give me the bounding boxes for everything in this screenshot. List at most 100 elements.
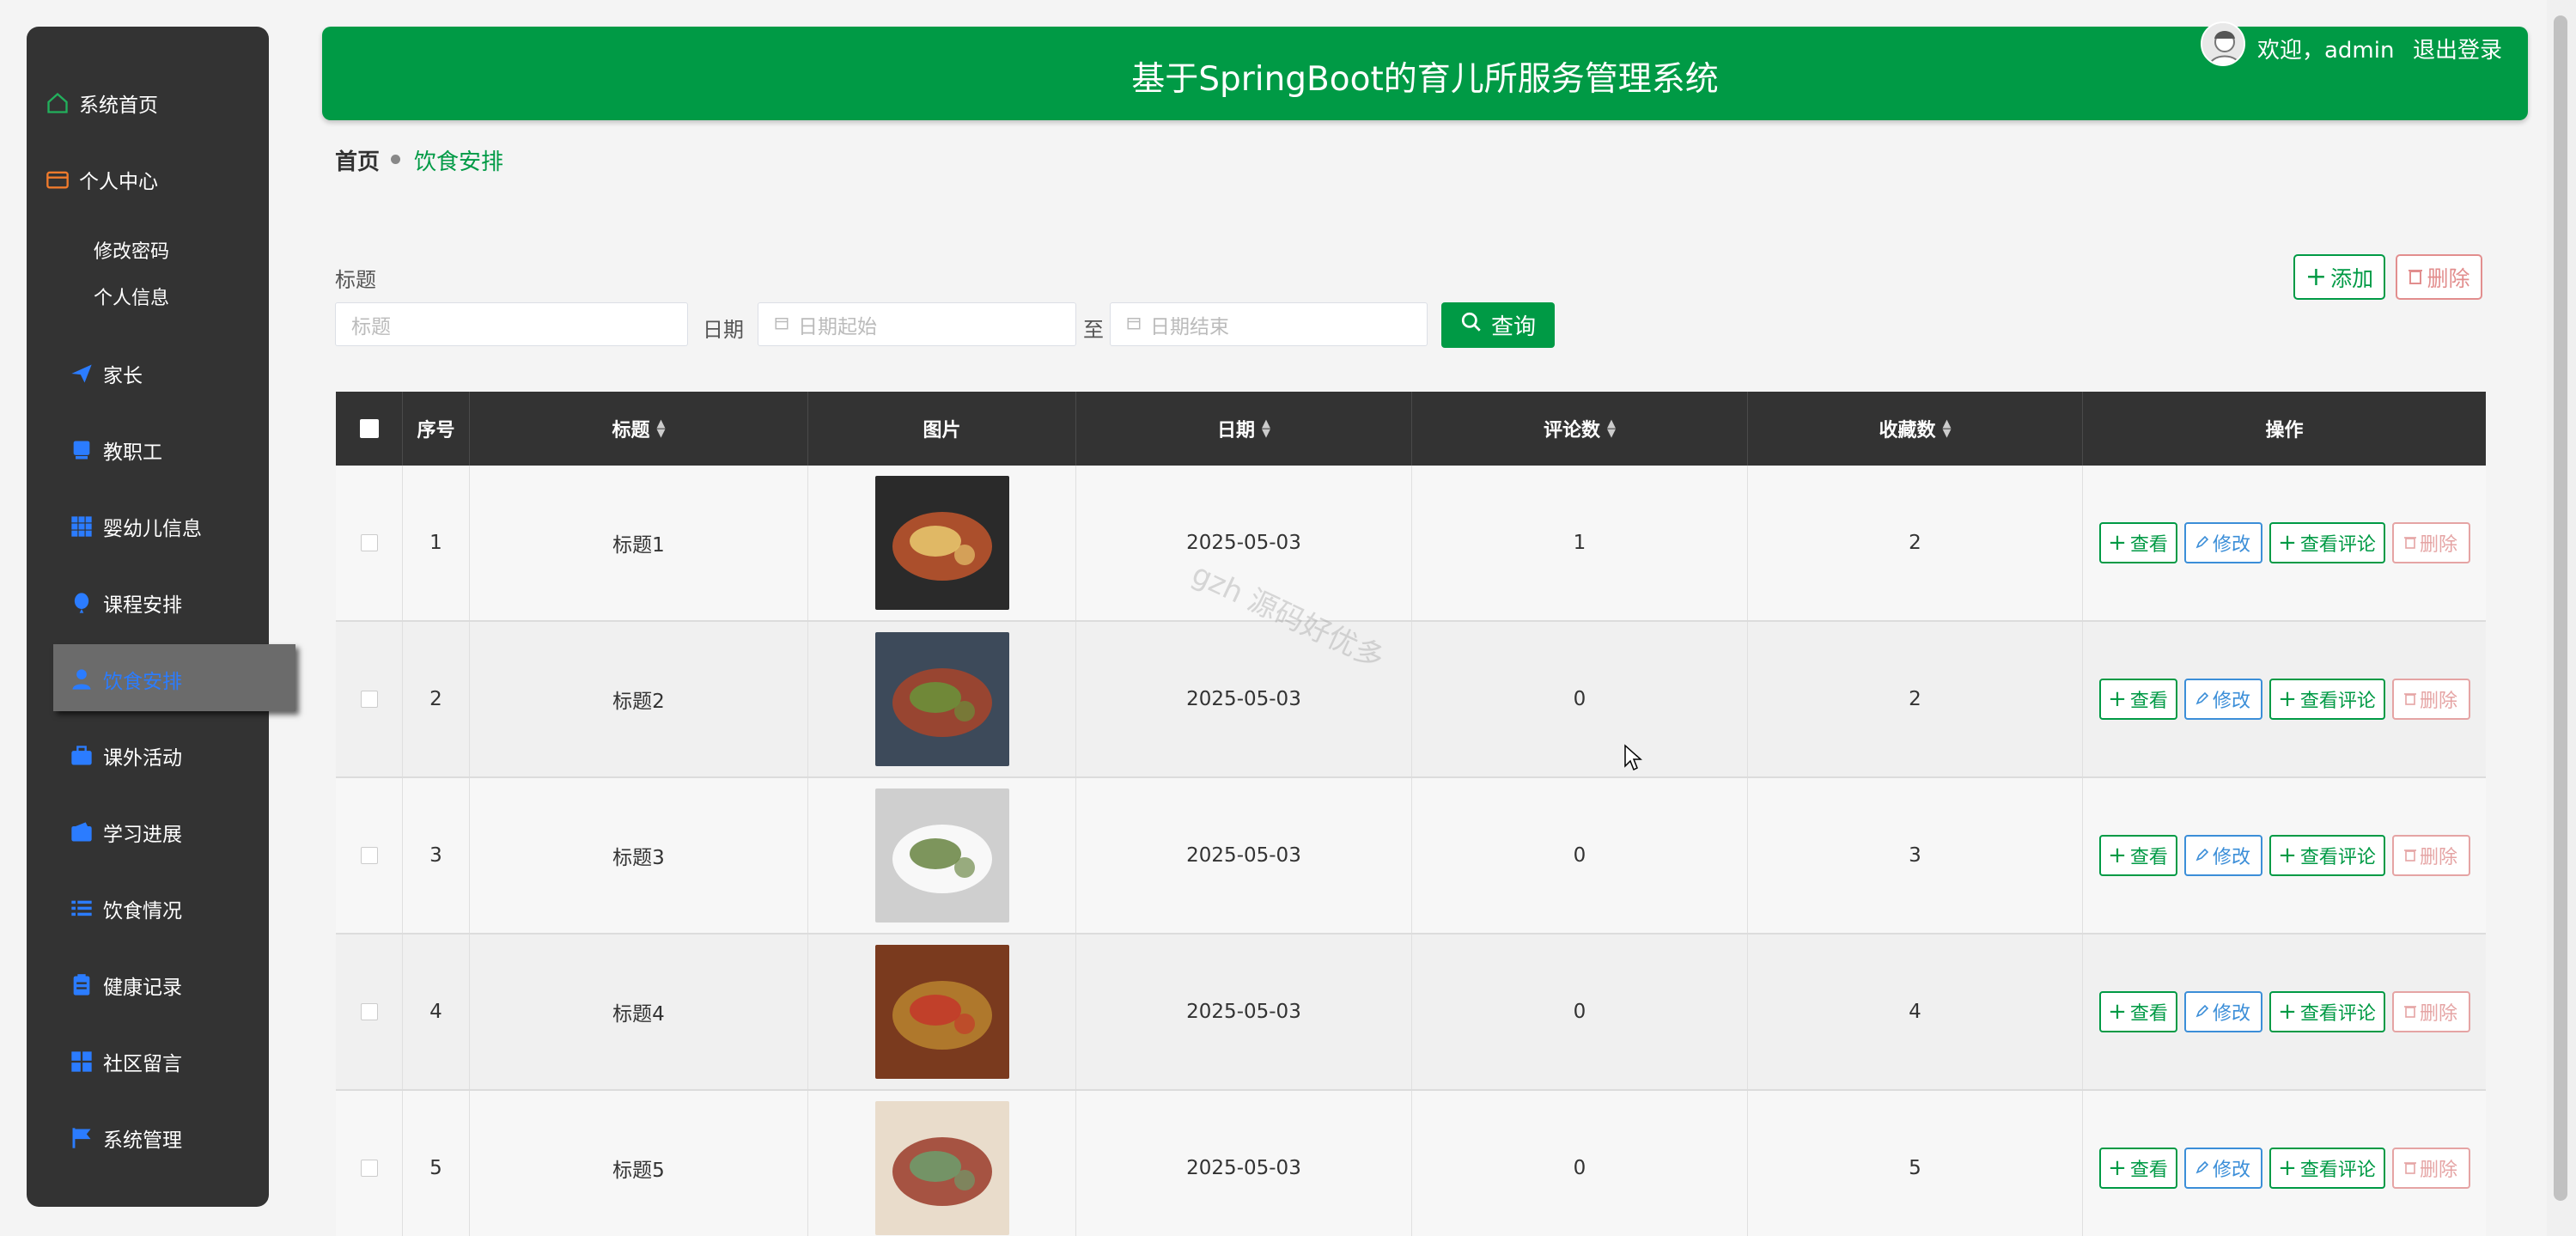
page-scrollbar[interactable] [2547, 0, 2576, 1236]
row-checkbox[interactable] [360, 534, 378, 551]
food-thumbnail-image[interactable] [874, 632, 1009, 766]
date-end-input[interactable]: 日期结束 [1110, 302, 1428, 346]
food-thumbnail-image[interactable] [874, 945, 1009, 1079]
edit-button-label: 修改 [2212, 534, 2250, 556]
column-header-title[interactable]: 标题 ▲ ▼ [470, 392, 808, 466]
sidebar-item-community[interactable]: 社区留言 [69, 1040, 182, 1083]
sidebar-item-activities[interactable]: 课外活动 [69, 734, 182, 777]
sidebar-item-health-records[interactable]: 健康记录 [69, 964, 182, 1007]
sidebar-item-system-admin[interactable]: 系统管理 [69, 1117, 182, 1160]
plus-icon: + [2278, 999, 2297, 1025]
row-checkbox[interactable] [360, 1160, 378, 1177]
edit-button[interactable]: 修改 [2183, 835, 2262, 876]
row-checkbox[interactable] [360, 1003, 378, 1020]
row-actions: + 查看 修改 + 查看评论 删除 [2083, 778, 2486, 933]
calendar-icon [1126, 314, 1142, 336]
row-select-cell [336, 935, 403, 1089]
row-comments: 0 [1412, 1091, 1748, 1236]
sidebar-item-diet-schedule[interactable]: 饮食安排 [69, 658, 182, 701]
view-comments-button-label: 查看评论 [2299, 1160, 2376, 1181]
food-thumbnail-image[interactable] [874, 788, 1009, 922]
row-actions: + 查看 修改 + 查看评论 删除 [2083, 622, 2486, 776]
title-filter-label: 标题 [335, 268, 376, 292]
select-all-cell [336, 392, 403, 466]
date-start-input[interactable]: 日期起始 [758, 302, 1076, 346]
delete-button[interactable]: 删除 [2391, 991, 2470, 1032]
plus-icon: + [2108, 530, 2127, 556]
delete-button-label: 删除 [2419, 847, 2457, 868]
sort-icon: ▲ ▼ [656, 417, 666, 440]
select-all-checkbox[interactable] [359, 419, 379, 438]
avatar[interactable] [2201, 21, 2245, 66]
breadcrumb-home[interactable]: 首页 [335, 144, 380, 176]
view-comments-button-label: 查看评论 [2299, 534, 2376, 556]
logout-link[interactable]: 退出登录 [2413, 33, 2502, 64]
row-title: 标题4 [470, 935, 808, 1089]
food-thumbnail-image[interactable] [874, 476, 1009, 610]
plus-icon: + [2278, 1155, 2297, 1181]
view-comments-button[interactable]: + 查看评论 [2268, 679, 2385, 720]
edit-button[interactable]: 修改 [2183, 679, 2262, 720]
view-button[interactable]: + 查看 [2098, 991, 2177, 1032]
sidebar-item-staff[interactable]: 教职工 [69, 429, 162, 472]
view-button[interactable]: + 查看 [2098, 835, 2177, 876]
title-search-input[interactable]: 标题 [335, 302, 688, 346]
sidebar-item-personal-center[interactable]: 个人中心 [45, 158, 158, 201]
sidebar-item-label: 社区留言 [103, 1053, 182, 1075]
view-comments-button[interactable]: + 查看评论 [2268, 522, 2385, 563]
delete-button[interactable]: 删除 [2391, 679, 2470, 720]
column-header-title-label: 标题 [612, 420, 650, 441]
column-header-comments[interactable]: 评论数 ▲ ▼ [1412, 392, 1748, 466]
row-actions: + 查看 修改 + 查看评论 删除 [2083, 935, 2486, 1089]
view-button-label: 查看 [2129, 1003, 2168, 1025]
sidebar-subitem-personal-info[interactable]: 个人信息 [94, 283, 169, 310]
trash-icon [2408, 265, 2423, 289]
sidebar-item-learning-progress[interactable]: 学习进展 [69, 811, 182, 854]
sort-icon: ▲ ▼ [1942, 417, 1952, 440]
view-button-label: 查看 [2129, 691, 2168, 712]
sidebar-item-label: 家长 [103, 365, 143, 387]
view-comments-button[interactable]: + 查看评论 [2268, 835, 2385, 876]
view-comments-button[interactable]: + 查看评论 [2268, 991, 2385, 1032]
row-comments: 0 [1412, 622, 1748, 776]
view-button[interactable]: + 查看 [2098, 1148, 2177, 1189]
sidebar-item-infant-info[interactable]: 婴幼儿信息 [69, 505, 202, 548]
edit-button[interactable]: 修改 [2183, 1148, 2262, 1189]
delete-button-label: 删除 [2419, 691, 2457, 712]
sidebar-item-label: 系统首页 [79, 94, 158, 117]
title-search-placeholder: 标题 [351, 315, 391, 338]
sidebar-subitem-change-password[interactable]: 修改密码 [94, 236, 169, 264]
view-comments-button[interactable]: + 查看评论 [2268, 1148, 2385, 1189]
sidebar-item-diet-status[interactable]: 饮食情况 [69, 887, 182, 930]
delete-button[interactable]: 删除 [2391, 522, 2470, 563]
view-button[interactable]: + 查看 [2098, 522, 2177, 563]
sidebar-item-label: 婴幼儿信息 [103, 518, 202, 540]
delete-button[interactable]: 删除 [2391, 835, 2470, 876]
edit-button-label: 修改 [2212, 1160, 2250, 1181]
delete-button[interactable]: 删除 [2391, 1148, 2470, 1189]
batch-delete-button[interactable]: 删除 [2396, 254, 2482, 300]
row-image-cell [808, 778, 1076, 933]
delete-button-label: 删除 [2419, 1160, 2457, 1181]
row-checkbox[interactable] [360, 847, 378, 864]
sidebar-item-label: 健康记录 [103, 977, 182, 999]
edit-button[interactable]: 修改 [2183, 522, 2262, 563]
row-checkbox[interactable] [360, 691, 378, 708]
sidebar-item-label: 饮食情况 [103, 900, 182, 922]
row-image-cell [808, 1091, 1076, 1236]
sidebar-item-courses[interactable]: 课程安排 [69, 581, 182, 624]
column-header-date-label: 日期 [1216, 420, 1255, 441]
add-button[interactable]: + 添加 [2293, 254, 2385, 300]
scrollbar-thumb[interactable] [2554, 15, 2567, 1201]
query-button[interactable]: 查询 [1441, 302, 1555, 348]
view-button[interactable]: + 查看 [2098, 679, 2177, 720]
row-index: 1 [403, 466, 470, 620]
column-header-favorites[interactable]: 收藏数 ▲ ▼ [1748, 392, 2083, 466]
food-thumbnail-image[interactable] [874, 1101, 1009, 1235]
edit-button[interactable]: 修改 [2183, 991, 2262, 1032]
column-header-date[interactable]: 日期 ▲ ▼ [1076, 392, 1412, 466]
wallet-icon [45, 167, 70, 192]
view-button-label: 查看 [2129, 847, 2168, 868]
sidebar-item-parents[interactable]: 家长 [69, 352, 143, 395]
sidebar-item-home[interactable]: 系统首页 [45, 82, 158, 125]
